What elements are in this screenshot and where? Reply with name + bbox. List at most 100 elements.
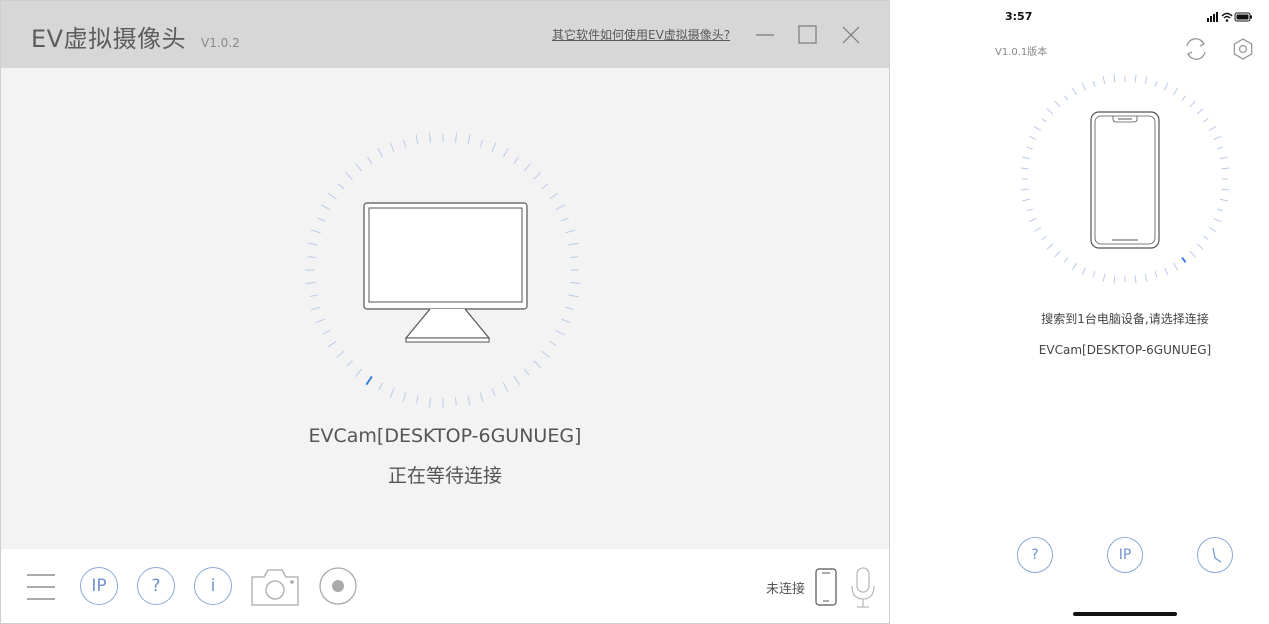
phone-app-version: V1.0.1版本 bbox=[995, 47, 1048, 58]
ring-tick bbox=[570, 256, 579, 258]
camera-button[interactable] bbox=[250, 567, 300, 607]
connection-status-text: 正在等待连接 bbox=[387, 465, 502, 487]
ring-tick bbox=[1081, 82, 1087, 91]
ring-tick bbox=[1064, 257, 1069, 263]
settings-button[interactable] bbox=[1230, 36, 1256, 62]
ring-tick bbox=[561, 217, 569, 222]
ring-tick bbox=[1203, 235, 1209, 240]
ip-button[interactable]: IP bbox=[80, 567, 118, 605]
ring-tick bbox=[1020, 167, 1029, 170]
close-icon bbox=[842, 26, 860, 44]
menu-button[interactable] bbox=[26, 571, 56, 603]
title-bar: EV虚拟摄像头 V1.0.2 其它软件如何使用EV虚拟摄像头? bbox=[1, 1, 889, 68]
camera-icon bbox=[251, 569, 299, 606]
found-device-item[interactable]: EVCam[DESKTOP-6GUNUEG] bbox=[890, 343, 1269, 357]
connection-label: 未连接 bbox=[766, 582, 806, 597]
ring-tick bbox=[1033, 126, 1042, 131]
ring-tick bbox=[310, 306, 321, 311]
refresh-icon bbox=[1186, 38, 1206, 60]
ring-tick bbox=[337, 183, 345, 190]
ring-tick bbox=[502, 382, 509, 392]
ring-tick bbox=[1219, 198, 1228, 202]
refresh-button[interactable] bbox=[1182, 35, 1210, 63]
ring-tick bbox=[1028, 135, 1037, 141]
help-link[interactable]: 其它软件如何使用EV虚拟摄像头? bbox=[552, 26, 730, 43]
status-bar-icons bbox=[1207, 12, 1252, 22]
ring-tick bbox=[389, 142, 395, 152]
help-button[interactable]: ? bbox=[137, 567, 175, 605]
search-ring bbox=[1020, 74, 1230, 284]
microphone-button[interactable] bbox=[849, 566, 877, 610]
help-button[interactable]: ? bbox=[1017, 537, 1053, 573]
desktop-app-window: EV虚拟摄像头 V1.0.2 其它软件如何使用EV虚拟摄像头? EVCam[DE… bbox=[0, 0, 890, 624]
ring-tick bbox=[1217, 146, 1224, 150]
home-indicator bbox=[1073, 612, 1177, 616]
ring-tick bbox=[367, 156, 373, 164]
ring-tick bbox=[1072, 262, 1077, 271]
ring-tick bbox=[555, 204, 565, 211]
ip-button[interactable]: IP bbox=[1107, 537, 1143, 573]
ring-tick bbox=[1196, 243, 1204, 250]
ring-tick bbox=[533, 172, 541, 180]
ring-tick bbox=[533, 360, 541, 368]
ring-tick bbox=[565, 306, 574, 310]
signal-icon bbox=[1207, 12, 1218, 22]
record-button[interactable] bbox=[319, 567, 357, 605]
ring-tick bbox=[549, 192, 559, 200]
ring-tick bbox=[1217, 208, 1224, 212]
ring-tick bbox=[1046, 243, 1054, 250]
app-version: V1.0.2 bbox=[201, 36, 240, 50]
timer-button[interactable] bbox=[1197, 537, 1233, 573]
info-button[interactable]: i bbox=[194, 567, 232, 605]
ring-tick bbox=[1026, 208, 1033, 212]
ring-tick bbox=[1189, 250, 1196, 258]
ring-tick bbox=[428, 397, 431, 408]
ring-tick bbox=[389, 388, 395, 398]
ring-tick bbox=[377, 148, 384, 158]
ring-tick bbox=[491, 388, 496, 396]
ring-tick bbox=[1221, 188, 1230, 191]
ring-tick bbox=[1144, 76, 1148, 85]
ring-tick bbox=[1113, 275, 1116, 284]
ring-tick bbox=[568, 242, 579, 246]
ring-tick bbox=[1113, 74, 1116, 83]
ring-tick bbox=[307, 256, 316, 258]
ring-tick bbox=[1102, 76, 1106, 85]
ring-tick bbox=[415, 134, 419, 145]
ring-tick bbox=[1046, 108, 1054, 115]
ring-tick bbox=[1028, 217, 1037, 223]
microphone-icon bbox=[851, 567, 875, 608]
ring-tick bbox=[1020, 188, 1029, 191]
ring-tick bbox=[1033, 227, 1042, 232]
ring-tick bbox=[1219, 156, 1228, 160]
ring-tick bbox=[327, 192, 337, 200]
ring-tick bbox=[1092, 80, 1096, 87]
ring-tick bbox=[1163, 82, 1169, 91]
ring-tick bbox=[1173, 262, 1178, 271]
ring-tick bbox=[1054, 250, 1061, 258]
ring-tick bbox=[321, 204, 331, 211]
ring-tick bbox=[322, 329, 331, 335]
ring-tick bbox=[479, 392, 484, 403]
ring-tick bbox=[1208, 126, 1217, 131]
phone-app-screen: 3:57 V1.0.1版本 搜索到1台电脑设备,请选择连接 EVCam[DESK… bbox=[890, 0, 1269, 624]
ring-tick bbox=[455, 397, 457, 406]
maximize-button[interactable] bbox=[793, 20, 823, 50]
ring-tick bbox=[1154, 271, 1158, 278]
ring-tick bbox=[378, 382, 384, 391]
phone-icon bbox=[1090, 111, 1160, 249]
close-button[interactable] bbox=[836, 20, 866, 50]
ring-tick bbox=[415, 395, 419, 404]
ring-tick bbox=[1072, 87, 1077, 96]
ring-tick bbox=[570, 282, 581, 285]
ring-tick bbox=[305, 282, 316, 285]
minimize-button[interactable] bbox=[751, 20, 781, 50]
wifi-icon bbox=[1221, 12, 1233, 22]
ring-tick bbox=[355, 368, 363, 377]
battery-icon bbox=[1234, 12, 1252, 22]
ring-tick bbox=[561, 318, 571, 324]
ring-tick bbox=[523, 163, 531, 172]
ring-tick bbox=[355, 163, 363, 172]
ring-tick bbox=[403, 139, 407, 148]
ring-tick bbox=[1026, 146, 1033, 150]
